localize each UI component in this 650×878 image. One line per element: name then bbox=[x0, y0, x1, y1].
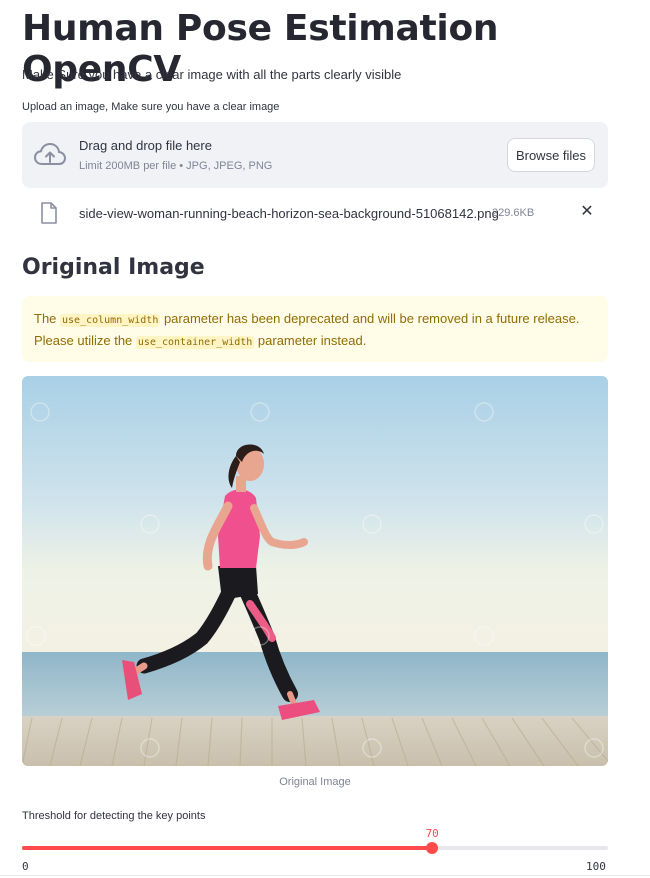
cloud-upload-icon bbox=[34, 142, 66, 165]
file-dropzone[interactable]: Drag and drop file here Limit 200MB per … bbox=[22, 122, 608, 188]
slider-thumb[interactable] bbox=[426, 842, 439, 854]
close-icon[interactable]: ✕ bbox=[578, 203, 596, 221]
uploaded-file-row: side-view-woman-running-beach-horizon-se… bbox=[22, 198, 608, 228]
slider-value: 70 bbox=[425, 827, 439, 840]
warning-code-1: use_column_width bbox=[60, 314, 161, 327]
slider-max-label: 100 bbox=[586, 860, 606, 873]
uploaded-file-size: 229.6KB bbox=[492, 207, 535, 219]
uploader-label: Upload an image, Make sure you have a cl… bbox=[22, 101, 280, 113]
slider-label: Threshold for detecting the key points bbox=[22, 810, 206, 822]
warning-code-2: use_container_width bbox=[135, 336, 255, 349]
page-subtitle: Make Sure you have a clear image with al… bbox=[22, 67, 402, 82]
section-heading: Original Image bbox=[22, 255, 205, 280]
dropzone-limit-text: Limit 200MB per file • JPG, JPEG, PNG bbox=[79, 160, 273, 172]
warning-text-3: parameter instead. bbox=[254, 333, 367, 348]
browse-files-button[interactable]: Browse files bbox=[507, 138, 595, 172]
file-icon bbox=[41, 202, 57, 224]
dropzone-instructions: Drag and drop file here bbox=[79, 138, 212, 153]
threshold-slider[interactable] bbox=[22, 842, 608, 854]
deprecation-warning: The use_column_width parameter has been … bbox=[22, 296, 608, 362]
image-caption: Original Image bbox=[279, 776, 351, 788]
warning-text-1: The bbox=[34, 311, 61, 326]
slider-fill bbox=[22, 846, 433, 850]
original-image bbox=[22, 376, 608, 766]
slider-min-label: 0 bbox=[22, 860, 29, 873]
running-woman-photo bbox=[22, 376, 608, 766]
divider bbox=[0, 875, 650, 876]
uploaded-file-name: side-view-woman-running-beach-horizon-se… bbox=[79, 206, 499, 221]
